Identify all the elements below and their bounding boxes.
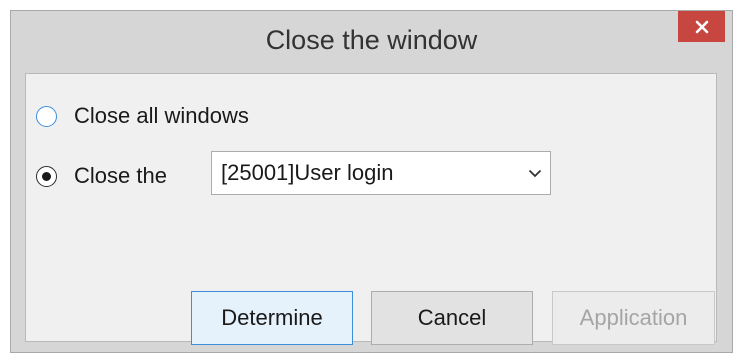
close-window-dialog: Close the window Close all windows Close…	[10, 10, 733, 353]
dialog-body: Close all windows Close the [25001]User …	[25, 73, 717, 345]
window-select-value: [25001]User login	[221, 160, 394, 185]
close-the-label: Close the	[74, 163, 167, 188]
close-icon	[695, 20, 708, 33]
dialog-title: Close the window	[265, 25, 478, 55]
close-all-label: Close all windows	[74, 103, 249, 128]
determine-button[interactable]: Determine	[191, 291, 353, 345]
option-close-all[interactable]: Close all windows	[36, 103, 249, 129]
window-select[interactable]: [25001]User login	[211, 151, 551, 195]
application-button[interactable]: Application	[552, 291, 715, 345]
option-close-the[interactable]: Close the	[36, 163, 167, 189]
close-all-radio[interactable]	[36, 105, 57, 127]
chevron-down-icon	[520, 152, 550, 194]
close-button[interactable]	[678, 11, 725, 42]
close-the-radio[interactable]	[36, 165, 57, 187]
title-bar: Close the window	[11, 11, 732, 73]
cancel-button[interactable]: Cancel	[371, 291, 533, 345]
